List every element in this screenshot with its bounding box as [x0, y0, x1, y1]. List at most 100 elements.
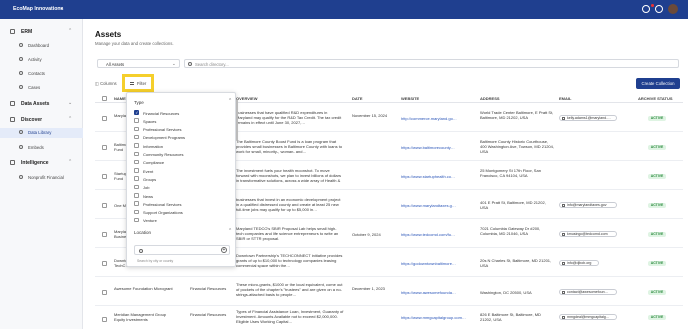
select-all-checkbox[interactable]: [102, 96, 107, 101]
table-row[interactable]: Meridian Management Group Equity Investm…: [95, 307, 683, 329]
row-website[interactable]: https://godowntownbaltimore…: [401, 261, 477, 266]
row-checkbox[interactable]: [102, 232, 107, 237]
filter-option[interactable]: Professional Services: [134, 200, 234, 208]
filter-option[interactable]: Spaces: [134, 117, 234, 125]
row-checkbox[interactable]: [102, 203, 107, 208]
sidebar-section-intelligence[interactable]: Intelligence ⌃: [0, 158, 83, 168]
filter-checkbox[interactable]: [134, 134, 139, 140]
avatar[interactable]: [668, 4, 678, 14]
gear-icon[interactable]: [655, 5, 663, 13]
filter-button[interactable]: Filter: [122, 74, 154, 92]
row-address: World Trade Center Baltimore, E Pratt St…: [480, 110, 554, 121]
sidebar-item-embeds[interactable]: Embeds: [0, 143, 83, 153]
row-website[interactable]: https://www.awesomefounda…: [401, 290, 477, 295]
filter-checkbox[interactable]: [134, 168, 139, 173]
sidebar-item-cases[interactable]: Cases: [0, 83, 83, 93]
row-website[interactable]: https://www.mmgcapitalgroup.com…: [401, 315, 477, 320]
filter-checkbox[interactable]: [134, 151, 139, 156]
row-website[interactable]: http://commerce.maryland.go…: [401, 116, 477, 121]
type-heading: Type: [134, 100, 144, 105]
filter-option[interactable]: Event: [134, 167, 234, 175]
filter-option[interactable]: Information: [134, 142, 234, 150]
location-search-input[interactable]: +: [134, 245, 230, 255]
column-header-website[interactable]: WEBSITE: [401, 96, 419, 101]
brand-name[interactable]: EcoMap Innovations: [13, 6, 63, 12]
row-email[interactable]: kmusingo@tedcomd.com: [559, 231, 617, 237]
row-category: Financial Resources: [190, 312, 227, 317]
row-date: November 15, 2024: [352, 113, 388, 118]
filter-option[interactable]: Job: [134, 184, 234, 192]
row-email[interactable]: kelly.adams1@maryland.…: [559, 115, 617, 121]
row-email[interactable]: mmgdeal@mmgcapitalg…: [559, 314, 617, 320]
filter-checkbox[interactable]: [134, 209, 139, 215]
filter-checkbox[interactable]: [134, 201, 139, 206]
table-row[interactable]: Awesome Foundation Microgrant Financial …: [95, 278, 683, 306]
chevron-up-icon[interactable]: ⌃: [228, 98, 232, 104]
filter-option-label: News: [143, 193, 154, 199]
add-location-icon[interactable]: +: [221, 247, 227, 253]
filter-option[interactable]: Community Resources: [134, 151, 234, 159]
sidebar-item-data-library[interactable]: Data Library: [0, 128, 83, 138]
filter-option[interactable]: Venture: [134, 217, 234, 225]
filter-option[interactable]: Support Organizations: [134, 209, 234, 217]
row-email-text: mmgdeal@mmgcapitalg…: [567, 315, 610, 319]
columns-button[interactable]: ◫ Columns: [95, 81, 117, 89]
filter-checkbox[interactable]: [134, 217, 139, 223]
filter-checkbox[interactable]: [134, 143, 139, 148]
email-icon: [562, 117, 565, 120]
sidebar-item-dashboard[interactable]: Dashboard: [0, 41, 83, 51]
chevron-up-icon[interactable]: ⌃: [228, 228, 232, 234]
sidebar-item-nonprofit-financial[interactable]: Nonprofit Financial: [0, 173, 83, 183]
filter-checkbox[interactable]: [134, 193, 139, 198]
chevron-down-icon[interactable]: ⌄: [59, 4, 64, 11]
column-header-date[interactable]: DATE: [352, 96, 363, 101]
column-header-overview[interactable]: OVERVIEW: [236, 96, 258, 101]
column-header-archive-status[interactable]: ARCHIVE STATUS: [638, 96, 673, 101]
row-email-text: kmusingo@tedcomd.com: [567, 232, 608, 236]
chevron-down-icon: ⌄: [68, 100, 73, 106]
filter-checkbox[interactable]: [134, 176, 139, 181]
row-website[interactable]: https://www.baltimorecounty…: [401, 145, 477, 150]
column-header-name[interactable]: NAME: [114, 96, 126, 101]
chevron-up-icon: ⌃: [68, 28, 73, 34]
dropdown-scrollbar[interactable]: [236, 100, 238, 140]
filter-option[interactable]: Groups: [134, 175, 234, 183]
row-checkbox[interactable]: [102, 317, 107, 322]
row-checkbox[interactable]: [102, 290, 107, 295]
filter-option[interactable]: Financial Resources: [134, 109, 234, 117]
row-checkbox[interactable]: [102, 145, 107, 150]
filter-option[interactable]: News: [134, 192, 234, 200]
sidebar-item-contacts[interactable]: Contacts: [0, 69, 83, 79]
row-website[interactable]: https://www.marylandtaxes.g…: [401, 203, 477, 208]
row-website[interactable]: https://www.tedcomd.com/fu…: [401, 232, 477, 237]
status-badge: ACTIVE: [648, 145, 666, 150]
notification-icon[interactable]: [642, 5, 650, 13]
row-email[interactable]: info@djbob.org: [559, 260, 599, 266]
create-collection-button[interactable]: Create Collection: [636, 78, 680, 89]
filter-checkbox[interactable]: [134, 110, 139, 115]
sidebar-item-label: Discover: [21, 117, 43, 123]
filter-option[interactable]: Compliance: [134, 159, 234, 167]
search-input[interactable]: Search directory...: [184, 59, 679, 68]
sidebar-section-erm[interactable]: ERM ⌃: [0, 27, 83, 37]
row-website[interactable]: https://www.startuphealth.co…: [401, 174, 477, 179]
row-email[interactable]: info@marylandtaxes.gov: [559, 202, 617, 208]
filter-option[interactable]: Professional Services: [134, 126, 234, 134]
row-checkbox[interactable]: [102, 261, 107, 266]
sidebar-section-discover[interactable]: Discover ⌃: [0, 115, 83, 125]
data-assets-icon: [10, 101, 15, 106]
column-header-address[interactable]: ADDRESS: [480, 96, 500, 101]
filter-checkbox[interactable]: [134, 126, 139, 132]
column-header-email[interactable]: EMAIL: [559, 96, 571, 101]
row-checkbox[interactable]: [102, 116, 107, 121]
filter-option[interactable]: Development Programs: [134, 134, 234, 142]
filter-checkbox[interactable]: [134, 159, 139, 165]
sidebar-section-data-assets[interactable]: Data Assets ⌄: [0, 99, 83, 109]
row-checkbox[interactable]: [102, 174, 107, 179]
asset-type-select[interactable]: All Assets ⌄: [97, 59, 180, 68]
sidebar-item-activity[interactable]: Activity: [0, 55, 83, 65]
asset-select-value: All Assets: [106, 61, 125, 67]
filter-checkbox[interactable]: [134, 184, 139, 190]
row-email[interactable]: contact@awesomefoun…: [559, 289, 617, 295]
filter-checkbox[interactable]: [134, 118, 139, 123]
